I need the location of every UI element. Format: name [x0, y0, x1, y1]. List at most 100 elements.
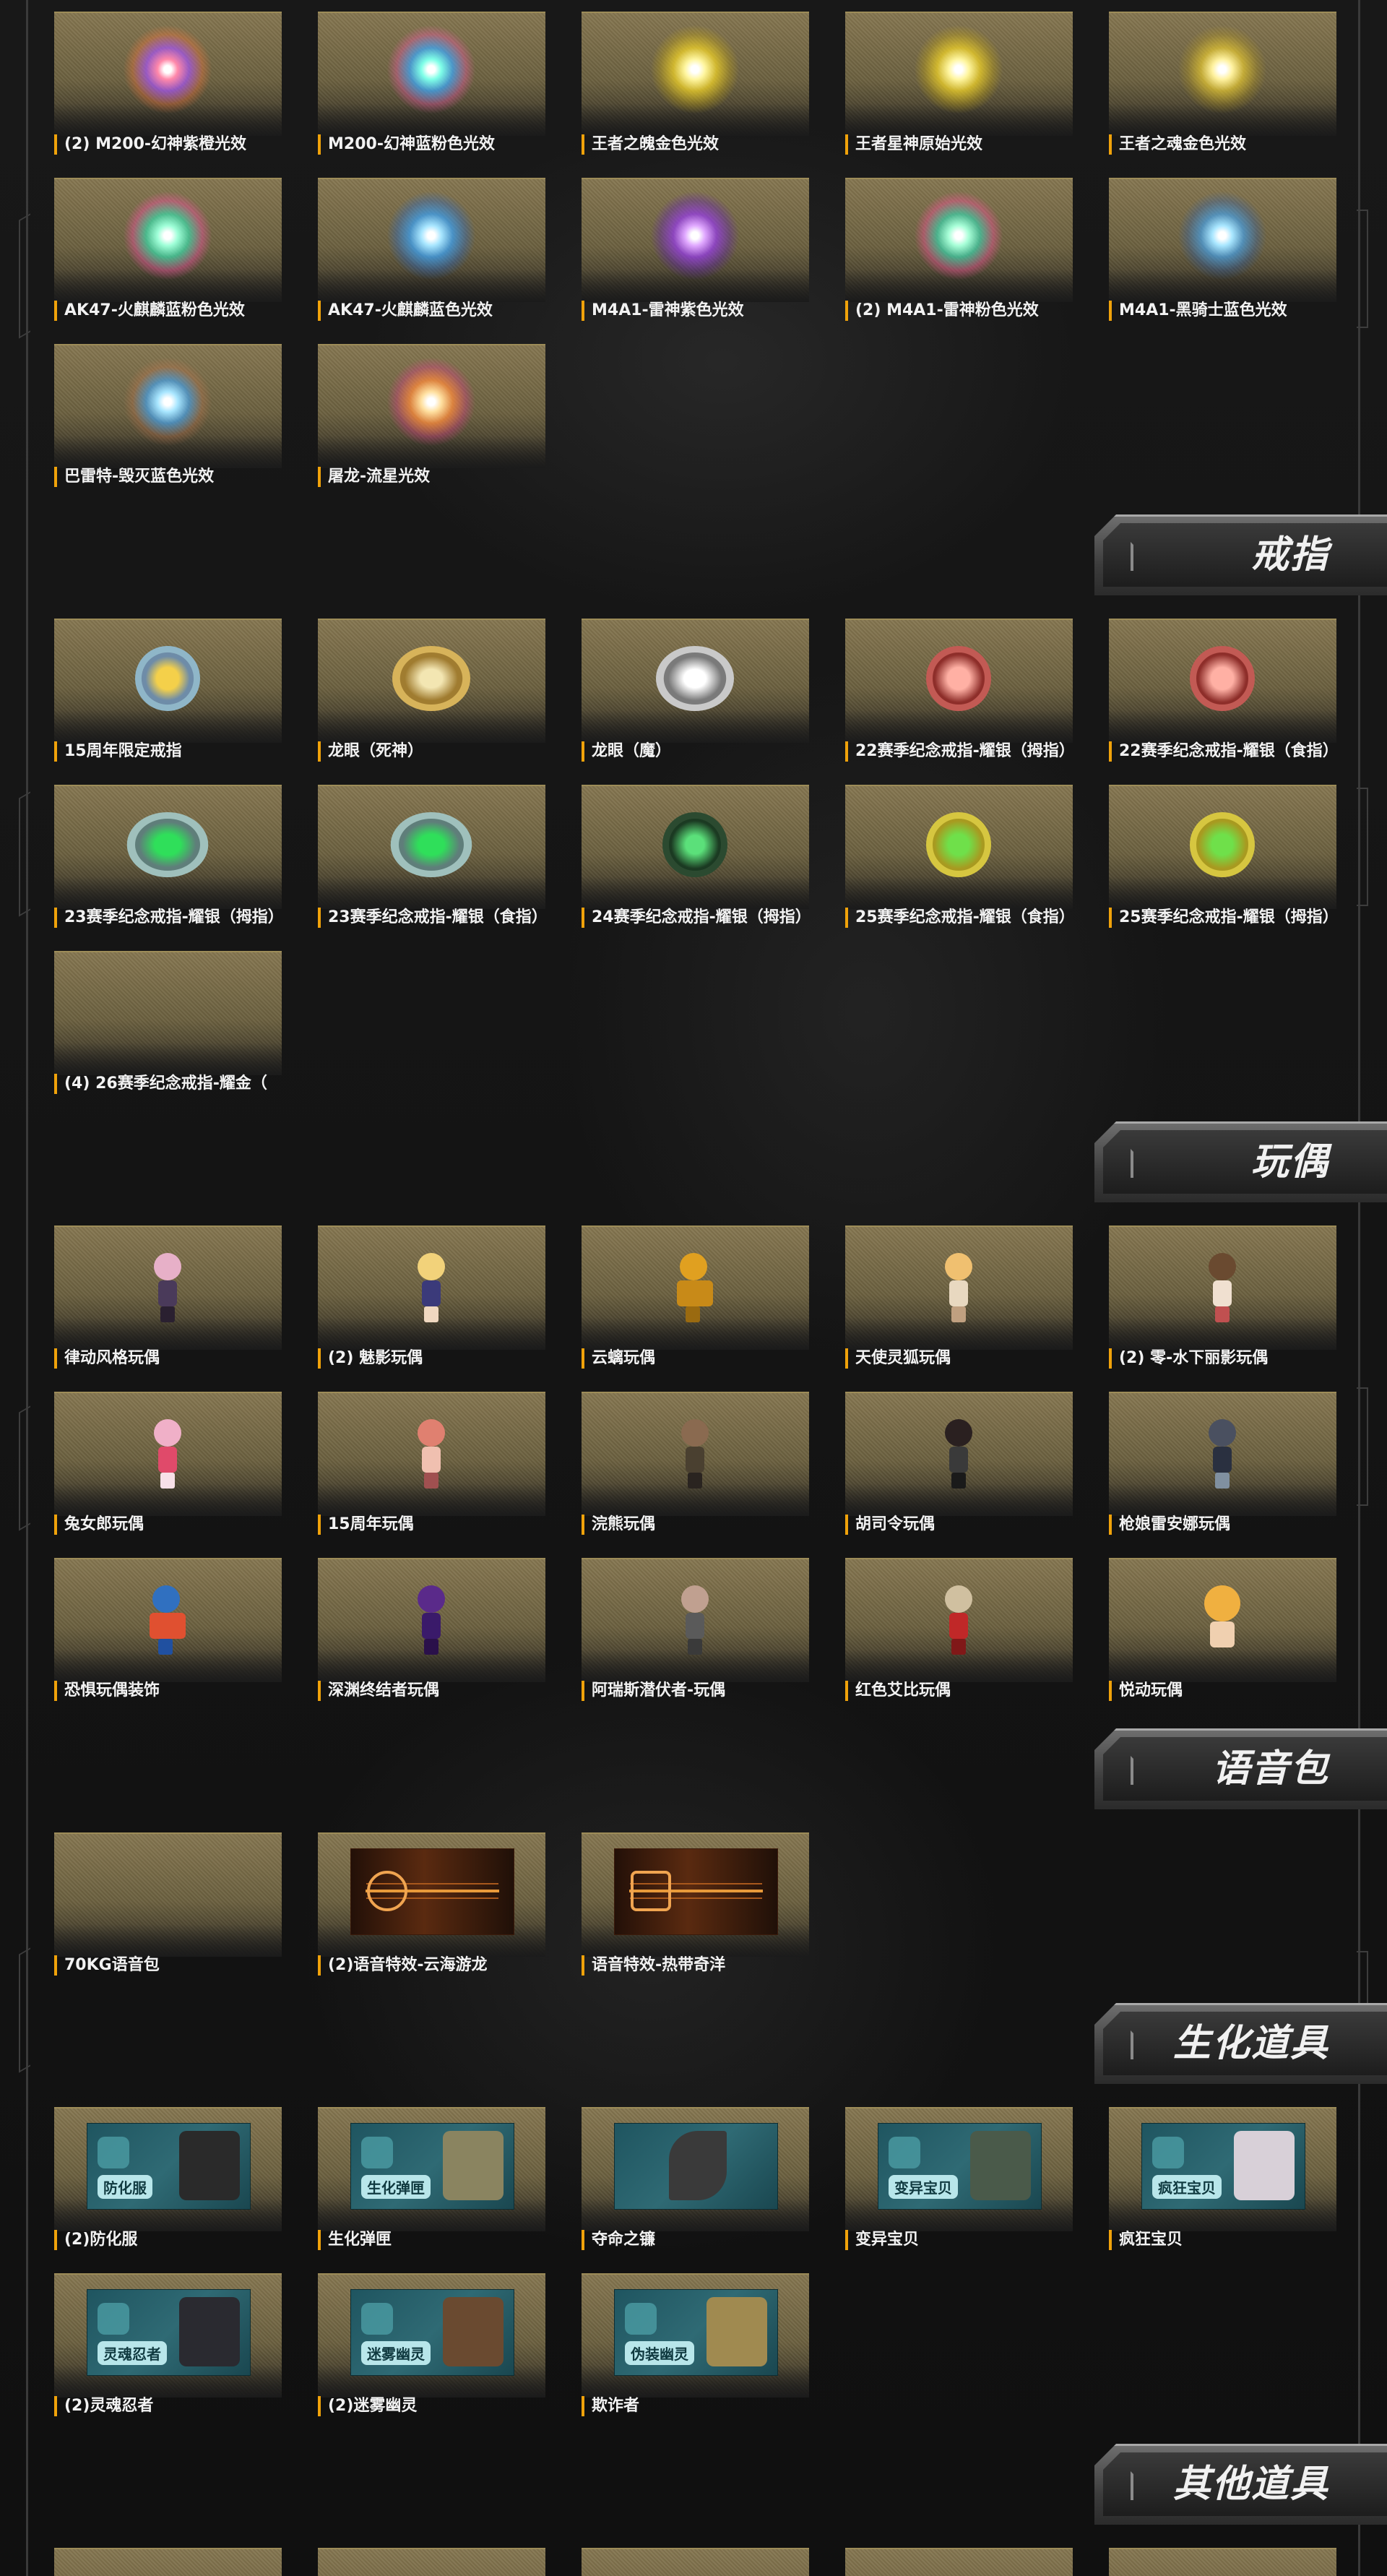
doll-icon — [670, 1253, 720, 1322]
doll-icon — [150, 1419, 186, 1489]
item-card[interactable]: 兔女郎玩偶 — [54, 1392, 282, 1547]
item-card[interactable]: 灵魂忍者 (2)灵魂忍者 — [54, 2273, 282, 2429]
item-card[interactable]: 变异宝贝 变异宝贝 — [845, 2107, 1073, 2262]
item-card[interactable]: 语音特效-热带奇洋 — [582, 1832, 809, 1988]
item-card[interactable]: 巴雷特-毁灭蓝色光效 — [54, 344, 282, 499]
item-card[interactable]: 深渊终结者玩偶 — [318, 1558, 545, 1713]
item-card[interactable]: 22赛季纪念戒指-耀银（拇指） — [845, 619, 1073, 774]
item-card[interactable]: (2) M200-幻神紫橙光效 — [54, 12, 282, 167]
item-card[interactable]: M200-幻神蓝粉色光效 — [318, 12, 545, 167]
item-card[interactable]: (2)语音特效-云海游龙 — [318, 1832, 545, 1988]
right-bracket-decoration — [1357, 1387, 1368, 1506]
item-label: 22赛季纪念戒指-耀银（拇指） — [845, 741, 1073, 762]
item-card[interactable]: 云螭玩偶 — [582, 1225, 809, 1381]
item-card[interactable]: M4A1-雷神紫色光效 — [582, 178, 809, 333]
item-label: 70KG语音包 — [54, 1955, 282, 1976]
ring-icon — [1190, 646, 1255, 711]
item-card[interactable]: 龙眼（死神） — [318, 619, 545, 774]
item-card[interactable]: 夺命之镰 — [582, 2107, 809, 2262]
light-effect-icon — [123, 25, 212, 114]
section-header-other: 其他道具 — [1094, 2444, 1387, 2525]
item-card[interactable]: (2) 零-水下丽影玩偶 — [1109, 1225, 1336, 1381]
bio-item-icon: 灵魂忍者 — [87, 2289, 251, 2376]
item-card[interactable]: (4) 26赛季纪念戒指-耀金（ — [54, 951, 282, 1106]
empty-thumbnail — [54, 951, 282, 1075]
light-effect-icon — [650, 25, 740, 114]
item-card[interactable]: 律动风格玩偶 — [54, 1225, 282, 1381]
item-label: 23赛季纪念戒指-耀银（拇指） — [54, 908, 282, 928]
item-card[interactable]: 王者星神原始光效 — [845, 12, 1073, 167]
item-label: 胡司令玩偶 — [845, 1515, 1073, 1535]
voice-effect-icon — [614, 1848, 778, 1935]
item-card[interactable]: 15周年玩偶 — [318, 1392, 545, 1547]
item-label: 枪娘雷安娜玩偶 — [1109, 1515, 1336, 1535]
doll-icon — [413, 1585, 449, 1655]
item-label: (2)防化服 — [54, 2230, 282, 2250]
item-label: M4A1-雷神紫色光效 — [582, 301, 809, 321]
item-label: 悦动玩偶 — [1109, 1681, 1336, 1701]
item-label: M4A1-黑骑士蓝色光效 — [1109, 301, 1336, 321]
item-card[interactable]: 天使灵狐玩偶 — [845, 1225, 1073, 1381]
item-label: 王者之魄金色光效 — [582, 134, 809, 155]
light-effect-icon — [123, 191, 212, 280]
item-card[interactable]: 23赛季纪念戒指-耀银（食指） — [318, 785, 545, 940]
item-card[interactable]: 屠龙-流星光效 — [318, 344, 545, 499]
doll-icon — [1197, 1585, 1248, 1655]
item-card[interactable]: 红色艾比玩偶 — [845, 1558, 1073, 1713]
item-label: 巴雷特-毁灭蓝色光效 — [54, 467, 282, 487]
item-card[interactable]: 25赛季纪念戒指-耀银（食指） — [845, 785, 1073, 940]
item-card[interactable]: 生化弹匣 生化弹匣 — [318, 2107, 545, 2262]
bio-item-icon: 变异宝贝 — [878, 2123, 1042, 2210]
item-card[interactable]: 防化服 (2)防化服 — [54, 2107, 282, 2262]
item-card[interactable]: 15周年限定戒指 — [54, 619, 282, 774]
item-card[interactable] — [318, 2548, 545, 2576]
item-label: 15周年玩偶 — [318, 1515, 545, 1535]
item-card[interactable] — [54, 2548, 282, 2576]
item-card[interactable]: 胡司令玩偶 — [845, 1392, 1073, 1547]
item-card[interactable]: (2) 魅影玩偶 — [318, 1225, 545, 1381]
ring-icon — [1190, 812, 1255, 877]
ring-icon — [926, 812, 991, 877]
section-header-voice: 语音包 — [1094, 1728, 1387, 1809]
item-card[interactable]: 王者之魄金色光效 — [582, 12, 809, 167]
item-card[interactable]: 阿瑞斯潜伏者-玩偶 — [582, 1558, 809, 1713]
item-label: 疯狂宝贝 — [1109, 2230, 1336, 2250]
right-bracket-decoration — [1357, 210, 1368, 328]
item-card[interactable]: (2) M4A1-雷神粉色光效 — [845, 178, 1073, 333]
item-card[interactable]: 王者之魂金色光效 — [1109, 12, 1336, 167]
item-card[interactable]: 25赛季纪念戒指-耀银（拇指） — [1109, 785, 1336, 940]
item-card[interactable] — [1109, 2548, 1336, 2576]
item-card[interactable]: 23赛季纪念戒指-耀银（拇指） — [54, 785, 282, 940]
item-card[interactable]: AK47-火麒麟蓝色光效 — [318, 178, 545, 333]
item-label: 兔女郎玩偶 — [54, 1515, 282, 1535]
section-title: 其他道具 — [1172, 2463, 1329, 2506]
bio-item-icon: 伪装幽灵 — [614, 2289, 778, 2376]
item-card[interactable]: AK47-火麒麟蓝粉色光效 — [54, 178, 282, 333]
item-card[interactable]: 悦动玩偶 — [1109, 1558, 1336, 1713]
item-card[interactable]: 70KG语音包 — [54, 1832, 282, 1988]
item-label: (2)灵魂忍者 — [54, 2396, 282, 2416]
section-header-dolls: 玩偶 — [1094, 1121, 1387, 1202]
ring-icon — [126, 637, 209, 720]
item-card[interactable]: 龙眼（魔） — [582, 619, 809, 774]
item-label: 云螭玩偶 — [582, 1348, 809, 1369]
light-effect-icon — [386, 357, 476, 447]
bio-item-icon: 防化服 — [87, 2123, 251, 2210]
item-card[interactable]: 24赛季纪念戒指-耀银（拇指） — [582, 785, 809, 940]
item-card[interactable] — [582, 2548, 809, 2576]
left-bracket-decoration — [19, 213, 30, 339]
item-card[interactable]: 迷雾幽灵 (2)迷雾幽灵 — [318, 2273, 545, 2429]
light-effect-icon — [1178, 25, 1267, 114]
item-card[interactable]: 22赛季纪念戒指-耀银（食指） — [1109, 619, 1336, 774]
item-card[interactable]: 恐惧玩偶装饰 — [54, 1558, 282, 1713]
item-card[interactable]: 疯狂宝贝 疯狂宝贝 — [1109, 2107, 1336, 2262]
item-card[interactable]: 枪娘雷安娜玩偶 — [1109, 1392, 1336, 1547]
light-effect-icon — [914, 191, 1003, 280]
light-effect-icon — [1178, 191, 1267, 280]
item-card[interactable]: M4A1-黑骑士蓝色光效 — [1109, 178, 1336, 333]
item-card[interactable] — [845, 2548, 1073, 2576]
section-header-rings: 戒指 — [1094, 514, 1387, 595]
item-card[interactable]: 浣熊玩偶 — [582, 1392, 809, 1547]
item-card[interactable]: 伪装幽灵 欺诈者 — [582, 2273, 809, 2429]
left-bracket-decoration — [19, 1947, 30, 2073]
